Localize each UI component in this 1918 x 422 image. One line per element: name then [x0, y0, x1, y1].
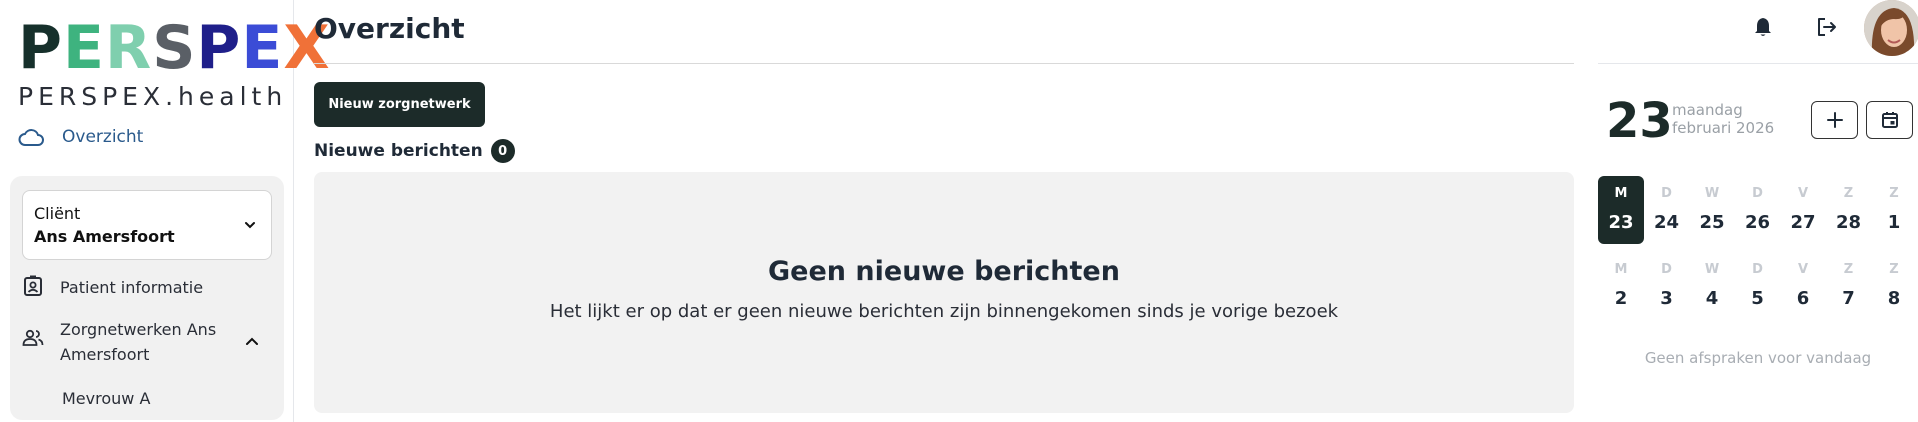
calendar-day-number: 1 — [1887, 212, 1901, 233]
no-appointments-text: Geen afspraken voor vandaag — [1644, 349, 1872, 367]
current-date-text: maandag februari 2026 — [1672, 101, 1774, 137]
new-messages-header: Nieuwe berichten 0 — [314, 139, 515, 163]
calendar-day-letter: W — [1704, 186, 1720, 201]
calendar-day[interactable]: Z7 — [1826, 252, 1872, 320]
sidebar-item-patient-info[interactable]: Patient informatie — [22, 275, 203, 300]
calendar-day-number: 27 — [1790, 212, 1816, 233]
logo-letter: E — [241, 13, 284, 83]
current-month-year: februari 2026 — [1672, 119, 1775, 137]
calendar-day-number: 6 — [1796, 288, 1810, 309]
calendar-day-number: 8 — [1887, 288, 1901, 309]
open-calendar-button[interactable] — [1866, 101, 1913, 139]
calendar-week-row: M2 D3 W4 D5 V6 Z7 Z8 — [1598, 252, 1918, 320]
calendar-icon — [1881, 112, 1898, 128]
sidebar-item-care-networks[interactable]: Zorgnetwerken Ans Amersfoort — [22, 317, 222, 367]
calendar-day[interactable]: D 24 — [1644, 176, 1690, 244]
perspex-logo[interactable]: PERSPEX PERSPEX.health — [18, 13, 330, 111]
calendar-day-number: 5 — [1751, 288, 1764, 309]
calendar-day[interactable]: W4 — [1689, 252, 1735, 320]
calendar-day-letter: Z — [1889, 262, 1899, 277]
calendar-day-number: 28 — [1835, 212, 1862, 233]
logo-letter: R — [104, 13, 153, 83]
calendar-day-number: 3 — [1660, 288, 1673, 309]
calendar-day-number: 4 — [1705, 288, 1719, 309]
chevron-down-icon — [245, 222, 255, 229]
logo-letter: P — [196, 13, 242, 83]
calendar-day-letter: M — [1614, 262, 1628, 277]
calendar-week-row: M 23 D 24 W 25 D 26 V 27 Z 28 Z1 — [1598, 176, 1918, 244]
header-divider — [314, 63, 1574, 64]
calendar-day-number: 24 — [1653, 212, 1680, 233]
empty-state-title: Geen nieuwe berichten — [768, 256, 1120, 287]
calendar-day-letter: D — [1752, 262, 1763, 277]
logo-letter: E — [62, 13, 105, 83]
sidebar: PERSPEX PERSPEX.health Overzicht Cliënt … — [0, 0, 330, 422]
calendar-day[interactable]: V6 — [1780, 252, 1826, 320]
add-appointment-button[interactable] — [1811, 101, 1858, 139]
sidebar-subitem-label: Mevrouw A — [62, 389, 151, 408]
messages-count-badge: 0 — [490, 139, 515, 163]
calendar-day-letter: D — [1661, 262, 1672, 277]
sidebar-item-patient-info-label: Patient informatie — [60, 278, 204, 297]
calendar-day-letter: Z — [1889, 186, 1899, 201]
client-select-label: Cliënt — [34, 204, 81, 223]
messages-panel: Geen nieuwe berichten Het lijkt er op da… — [314, 172, 1574, 413]
calendar-day[interactable]: Z8 — [1871, 252, 1917, 320]
chevron-up-icon[interactable] — [244, 333, 260, 349]
calendar-day[interactable]: D3 — [1644, 252, 1690, 320]
logo-subtitle: PERSPEX.health — [18, 82, 288, 111]
empty-state-text: Het lijkt er op dat er geen nieuwe beric… — [549, 301, 1339, 322]
calendar-day-letter: D — [1752, 186, 1763, 201]
logo-letter: P — [18, 13, 63, 83]
calendar-day-letter: W — [1704, 262, 1720, 277]
calendar-day-number: 26 — [1744, 212, 1771, 233]
current-day-number: 23 — [1606, 93, 1673, 149]
calendar-day[interactable]: W 25 — [1689, 176, 1735, 244]
sidebar-subitem-mevrouw-a[interactable]: Mevrouw A — [62, 386, 150, 411]
sidebar-item-care-networks-label: Zorgnetwerken Ans Amersfoort — [60, 320, 217, 364]
id-badge-icon — [24, 275, 42, 296]
calendar-day-number: 23 — [1608, 212, 1634, 233]
calendar-day[interactable]: V 27 — [1780, 176, 1826, 244]
bell-icon[interactable] — [1752, 16, 1774, 38]
logo-wordmark: PERSPEX — [18, 13, 330, 83]
calendar-day-letter: Z — [1843, 262, 1854, 277]
client-select-value: Ans Amersfoort — [34, 227, 175, 246]
current-weekday: maandag — [1672, 101, 1743, 119]
calendar-day[interactable]: D5 — [1735, 252, 1781, 320]
calendar-day[interactable]: Z 28 — [1826, 176, 1872, 244]
calendar-day-letter: V — [1797, 186, 1809, 201]
calendar-day-letter: Z — [1843, 186, 1854, 201]
page-title: Overzicht — [314, 12, 465, 45]
plus-icon — [1826, 112, 1843, 128]
nav-item-overview-label: Overzicht — [62, 127, 144, 147]
calendar-day[interactable]: Z1 — [1871, 176, 1917, 244]
people-icon — [22, 329, 44, 346]
calendar-day[interactable]: M 23 — [1598, 176, 1644, 244]
calendar-day-number: 7 — [1842, 288, 1855, 309]
calendar-day-letter: D — [1661, 186, 1672, 201]
nav-item-overview[interactable]: Overzicht — [18, 126, 143, 148]
calendar-day-number: 2 — [1614, 288, 1628, 309]
user-avatar-image — [1864, 0, 1918, 56]
main-content: Overzicht Nieuw zorgnetwerk Nieuwe beric… — [294, 0, 1574, 422]
calendar-day[interactable]: M2 — [1598, 252, 1644, 320]
new-messages-title: Nieuwe berichten — [314, 141, 483, 161]
cloud-icon — [18, 129, 44, 146]
calendar-day-letter: M — [1614, 186, 1628, 201]
new-care-network-button[interactable]: Nieuw zorgnetwerk — [314, 82, 485, 127]
logout-icon[interactable] — [1815, 15, 1839, 39]
right-panel-divider — [1598, 63, 1918, 64]
client-select[interactable]: Cliënt Ans Amersfoort — [22, 190, 272, 260]
calendar-day-number: 25 — [1699, 212, 1725, 233]
logo-letter: S — [152, 13, 197, 83]
calendar-day-letter: V — [1797, 262, 1809, 277]
calendar-day[interactable]: D 26 — [1735, 176, 1781, 244]
user-avatar[interactable] — [1864, 0, 1918, 56]
